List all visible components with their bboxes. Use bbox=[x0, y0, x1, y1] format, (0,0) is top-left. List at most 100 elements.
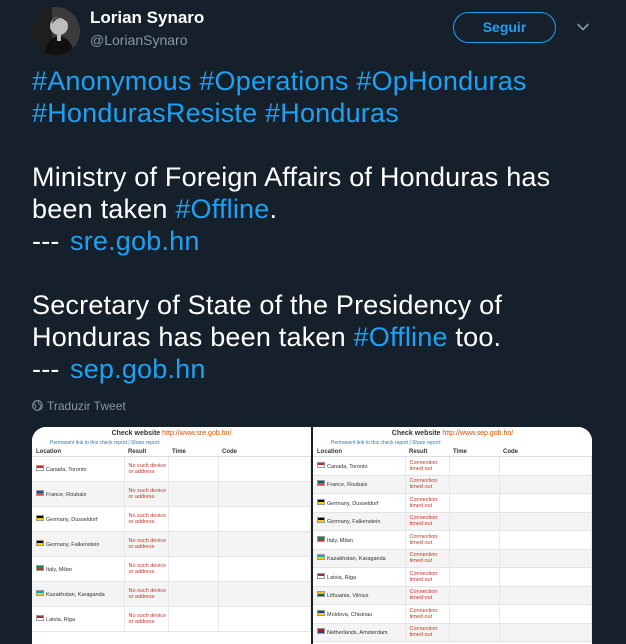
table-row: France, Roubaix No such device or address bbox=[32, 481, 311, 507]
location-cell: France, Roubaix bbox=[313, 475, 406, 494]
result-cell: No such device or address bbox=[124, 506, 169, 532]
code-cell bbox=[499, 549, 592, 568]
tweet-text: #Anonymous #Operations #OpHonduras #Hond… bbox=[32, 65, 602, 385]
location-label: Kazakhstan, Karaganda bbox=[46, 592, 105, 598]
time-cell bbox=[449, 493, 500, 513]
tweet-text-segment: Honduras has been taken bbox=[32, 322, 354, 352]
code-cell bbox=[499, 475, 592, 494]
panel-title-label: Check website bbox=[391, 430, 441, 437]
location-label: Germany, Dusseldorf bbox=[46, 517, 98, 523]
table-row: Canada, Toronto No such device or address bbox=[32, 456, 311, 482]
location-label: France, Roubaix bbox=[46, 492, 87, 498]
location-label: Italy, Milan bbox=[327, 537, 353, 544]
tweet-paragraph-line: Honduras has been taken #Offline too. bbox=[32, 321, 602, 353]
code-cell bbox=[499, 586, 592, 605]
result-cell: No such device or address bbox=[124, 581, 169, 607]
table-row: Latvia, Riga No such device or address bbox=[32, 606, 311, 632]
location-label: Moldova, Chisinau bbox=[327, 611, 373, 618]
translate-label: Traduzir Tweet bbox=[47, 399, 126, 413]
tweet-media[interactable]: Check website http://www.sre.gob.hn/ Per… bbox=[32, 427, 592, 644]
time-cell bbox=[168, 506, 219, 532]
location-label: Lithuania, Vilnius bbox=[327, 593, 369, 600]
location-cell: Latvia, Riga bbox=[32, 606, 125, 632]
flag-icon bbox=[317, 535, 325, 542]
column-header: Time bbox=[168, 447, 218, 457]
table-row: France, Roubaix Connection timed out bbox=[313, 475, 592, 494]
time-cell bbox=[168, 531, 219, 557]
hashtag-link[interactable]: #Operations bbox=[199, 66, 348, 96]
result-cell: Connection timed out bbox=[405, 456, 450, 476]
author-handle[interactable]: @LorianSynaro bbox=[90, 32, 188, 48]
result-cell: Connection timed out bbox=[405, 567, 450, 587]
globe-icon bbox=[32, 400, 43, 411]
code-cell bbox=[499, 456, 592, 476]
panel-url: http://www.sep.gob.hn/ bbox=[442, 430, 514, 437]
code-cell bbox=[499, 567, 592, 587]
result-cell: Connection timed out bbox=[405, 623, 450, 642]
media-panel-sre[interactable]: Check website http://www.sre.gob.hn/ Per… bbox=[32, 427, 313, 644]
code-cell bbox=[499, 512, 592, 531]
location-label: Germany, Falkenstein bbox=[46, 542, 100, 548]
url-link[interactable]: sre.gob.hn bbox=[70, 226, 200, 256]
location-cell: Netherlands, Amsterdam bbox=[313, 623, 406, 642]
time-cell bbox=[168, 456, 219, 482]
chevron-down-icon[interactable] bbox=[576, 20, 590, 34]
panel-title: Check website http://www.sep.gob.hn/ bbox=[313, 427, 592, 440]
follow-button[interactable]: Seguir bbox=[453, 12, 556, 43]
result-cell: No such device or address bbox=[124, 606, 169, 632]
tweet-paragraph-line: been taken #Offline. bbox=[32, 193, 602, 225]
time-cell bbox=[449, 530, 500, 550]
location-label: Latvia, Riga bbox=[327, 574, 357, 581]
location-cell: Canada, Toronto bbox=[32, 456, 125, 482]
location-cell: France, Roubaix bbox=[32, 481, 125, 507]
code-cell bbox=[499, 493, 592, 513]
location-label: Canada, Toronto bbox=[46, 467, 87, 473]
url-link[interactable]: sep.gob.hn bbox=[70, 354, 206, 384]
hashtag-link[interactable]: #Honduras bbox=[265, 98, 399, 128]
author-name[interactable]: Lorian Synaro bbox=[90, 8, 204, 28]
flag-icon bbox=[317, 480, 325, 487]
panel-title: Check website http://www.sre.gob.hn/ bbox=[32, 427, 311, 440]
column-header: Result bbox=[124, 447, 168, 457]
hashtag-link[interactable]: #Offline bbox=[175, 194, 269, 224]
location-cell: Germany, Dusseldorf bbox=[32, 506, 125, 532]
flag-icon bbox=[36, 590, 44, 596]
tweet-text-segment: been taken bbox=[32, 194, 176, 224]
hashtag-link[interactable]: #Anonymous bbox=[32, 66, 192, 96]
location-label: Germany, Falkenstein bbox=[327, 519, 381, 526]
table-row: Germany, Falkenstein Connection timed out bbox=[313, 512, 592, 531]
result-cell: Connection timed out bbox=[405, 549, 450, 568]
result-cell: No such device or address bbox=[124, 481, 169, 507]
panel-title-label: Check website bbox=[111, 430, 161, 437]
panel-permalink: Permanent link to this check report | Sh… bbox=[50, 440, 161, 446]
table-row: Moldova, Chisinau Connection timed out bbox=[313, 604, 592, 624]
media-panel-sep[interactable]: Check website http://www.sep.gob.hn/ Per… bbox=[313, 427, 592, 644]
time-cell bbox=[168, 606, 219, 632]
time-cell bbox=[168, 556, 219, 582]
location-cell: Italy, Milan bbox=[313, 530, 406, 550]
dash-separator: --- bbox=[32, 226, 60, 256]
code-cell bbox=[218, 581, 311, 607]
code-cell bbox=[499, 530, 592, 550]
tweet-link-line: --- sep.gob.hn bbox=[32, 353, 602, 385]
avatar[interactable] bbox=[32, 7, 80, 55]
tweet-text-segment: too. bbox=[447, 322, 502, 352]
translate-tweet-link[interactable]: Traduzir Tweet bbox=[32, 399, 126, 413]
result-cell: No such device or address bbox=[124, 456, 169, 482]
check-table: Location Result Time Code Canada, Toront… bbox=[313, 447, 592, 642]
location-cell: Germany, Dusseldorf bbox=[313, 493, 406, 513]
table-row: Netherlands, Amsterdam Connection timed o… bbox=[313, 623, 592, 642]
hashtag-link[interactable]: #HondurasResiste bbox=[32, 98, 257, 128]
column-header: Result bbox=[405, 447, 449, 457]
location-label: France, Roubaix bbox=[327, 482, 368, 489]
panel-url: http://www.sre.gob.hn/ bbox=[162, 430, 232, 437]
hashtag-link[interactable]: #OpHonduras bbox=[356, 66, 526, 96]
time-cell bbox=[168, 581, 219, 607]
panel-permalink: Permanent link to this check report | Sh… bbox=[331, 440, 442, 446]
time-cell bbox=[449, 586, 500, 605]
location-cell: Germany, Falkenstein bbox=[32, 531, 125, 557]
hashtag-link[interactable]: #Offline bbox=[354, 322, 448, 352]
table-row: Canada, Toronto Connection timed out bbox=[313, 456, 592, 476]
time-cell bbox=[449, 623, 500, 642]
dash-separator: --- bbox=[32, 354, 60, 384]
